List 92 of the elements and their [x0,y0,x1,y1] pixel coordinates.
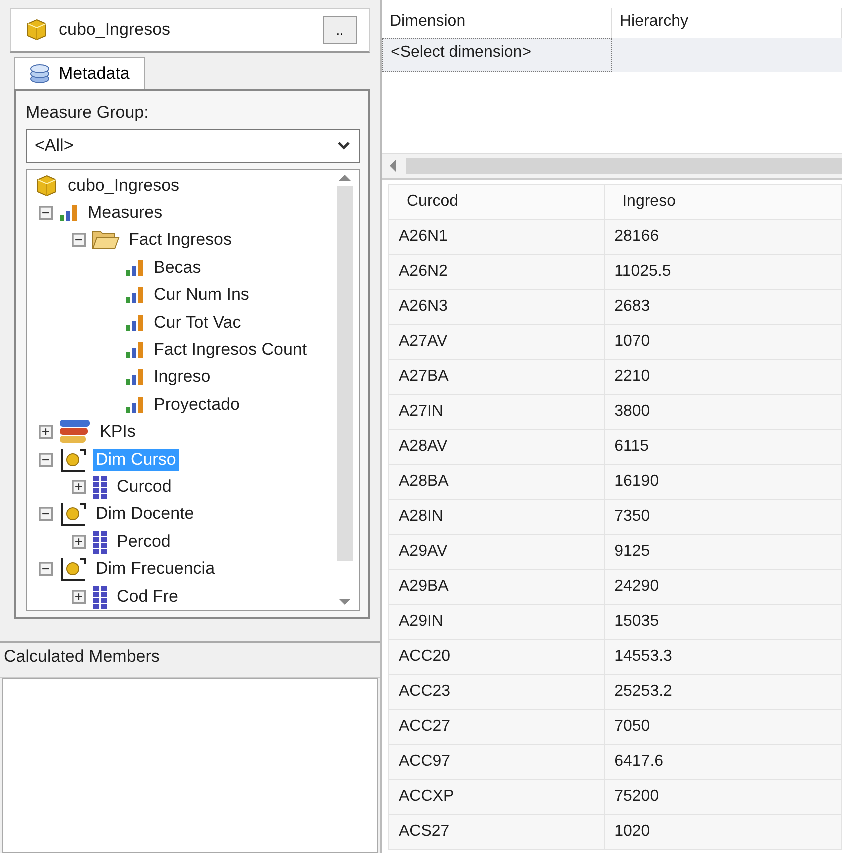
table-cell: A27IN [388,394,604,430]
stacked-layers-icon [59,419,91,446]
bar-chart-icon [125,368,145,386]
bar-chart-icon [125,341,145,360]
cube-icon [35,174,59,198]
dimension-selector[interactable]: <Select dimension> [382,38,612,72]
tree-item[interactable]: Ingreso [151,366,214,388]
table-cell: A29IN [388,604,604,640]
grid-icon [92,474,108,499]
collapse-icon[interactable] [72,233,86,248]
collapse-icon[interactable] [39,206,53,220]
table-cell: A26N3 [388,290,604,324]
dimension-icon [59,556,87,582]
table-cell: ACC23 [388,674,604,710]
table-cell: ACS27 [388,814,604,850]
table-cell: 7050 [604,710,842,744]
scroll-left-icon[interactable] [388,159,398,173]
table-cell: 25253.2 [604,674,842,710]
collapse-icon[interactable] [39,562,53,576]
tree-item[interactable]: Percod [114,530,174,553]
dimension-icon [59,501,87,528]
table-cell: 11025.5 [604,254,842,290]
bar-chart-icon [125,314,145,332]
bar-chart-icon [59,204,79,222]
cube-selector-field[interactable]: cubo_Ingresos .. [10,8,370,53]
table-cell: ACCXP [388,780,604,814]
dimension-icon [59,446,87,473]
tree-item[interactable]: cubo_Ingresos [65,174,183,197]
tree-item[interactable]: Fact Ingresos [126,229,235,252]
table-cell: 15035 [604,604,842,640]
tree-item[interactable]: Becas [151,256,204,279]
table-cell: 3800 [604,394,842,430]
tree-item[interactable]: Fact Ingresos Count [151,339,310,362]
table-cell: ACC27 [388,710,604,744]
tree-item[interactable]: KPIs [97,421,139,444]
tree-item[interactable]: Cur Num Ins [151,284,252,306]
tree-item[interactable]: Curcod [114,476,175,498]
expand-icon[interactable] [72,480,86,494]
table-cell: ACC97 [388,744,604,780]
table-cell: 7350 [604,500,842,534]
table-cell: 24290 [604,570,842,604]
table-cell: A29AV [388,534,604,570]
table-cell: 75200 [604,780,842,814]
bar-chart-icon [125,396,145,414]
measure-group-label: Measure Group: [26,102,150,124]
measure-group-dropdown[interactable]: <All> [26,129,360,163]
scroll-down-icon[interactable] [338,598,352,606]
table-cell: A28BA [388,464,604,500]
expand-icon[interactable] [72,590,86,604]
table-cell: 6115 [604,430,842,464]
table-cell: A26N2 [388,254,604,290]
table-cell: 16190 [604,464,842,500]
horizontal-scrollbar[interactable] [382,153,842,178]
expand-icon[interactable] [39,425,53,440]
tree-item[interactable]: Cod Fre [114,586,182,608]
bar-chart-icon [125,258,145,277]
tree-item[interactable]: Measures [85,202,166,224]
table-cell: 1020 [604,814,842,850]
table-cell: A26N1 [388,220,604,254]
table-cell: 6417.6 [604,744,842,780]
table-cell: 2210 [604,360,842,394]
tree-item[interactable]: Dim Docente [93,503,198,526]
collapse-icon[interactable] [39,507,53,522]
column-header: Ingreso [604,184,842,220]
table-cell: A28IN [388,500,604,534]
table-cell: 2683 [604,290,842,324]
tab[interactable]: Metadata [14,57,145,89]
cube-icon [25,18,49,42]
grid-icon [92,530,108,554]
table-cell: 28166 [604,220,842,254]
scroll-up-icon[interactable] [338,174,352,182]
expand-icon[interactable] [72,534,86,549]
tree-item[interactable]: Proyectado [151,394,243,416]
table-cell: 9125 [604,534,842,570]
table-cell: A29BA [388,570,604,604]
tree-item[interactable]: Cur Tot Vac [151,312,244,334]
column-header: Curcod [388,184,604,220]
table-cell: 1070 [604,324,842,360]
grid-icon [92,584,108,609]
browse-button[interactable]: .. [323,16,357,44]
chevron-down-icon [337,141,351,151]
table-cell: 14553.3 [604,640,842,674]
tree-item[interactable]: Dim Frecuencia [93,558,218,580]
table-cell: A27AV [388,324,604,360]
folder-icon [92,229,120,252]
bar-chart-icon [125,286,145,304]
cube-name: cubo_Ingresos [59,20,172,40]
database-icon [29,62,51,84]
collapse-icon[interactable] [39,452,53,467]
table-cell: A27BA [388,360,604,394]
table-cell: ACC20 [388,640,604,674]
table-cell: A28AV [388,430,604,464]
